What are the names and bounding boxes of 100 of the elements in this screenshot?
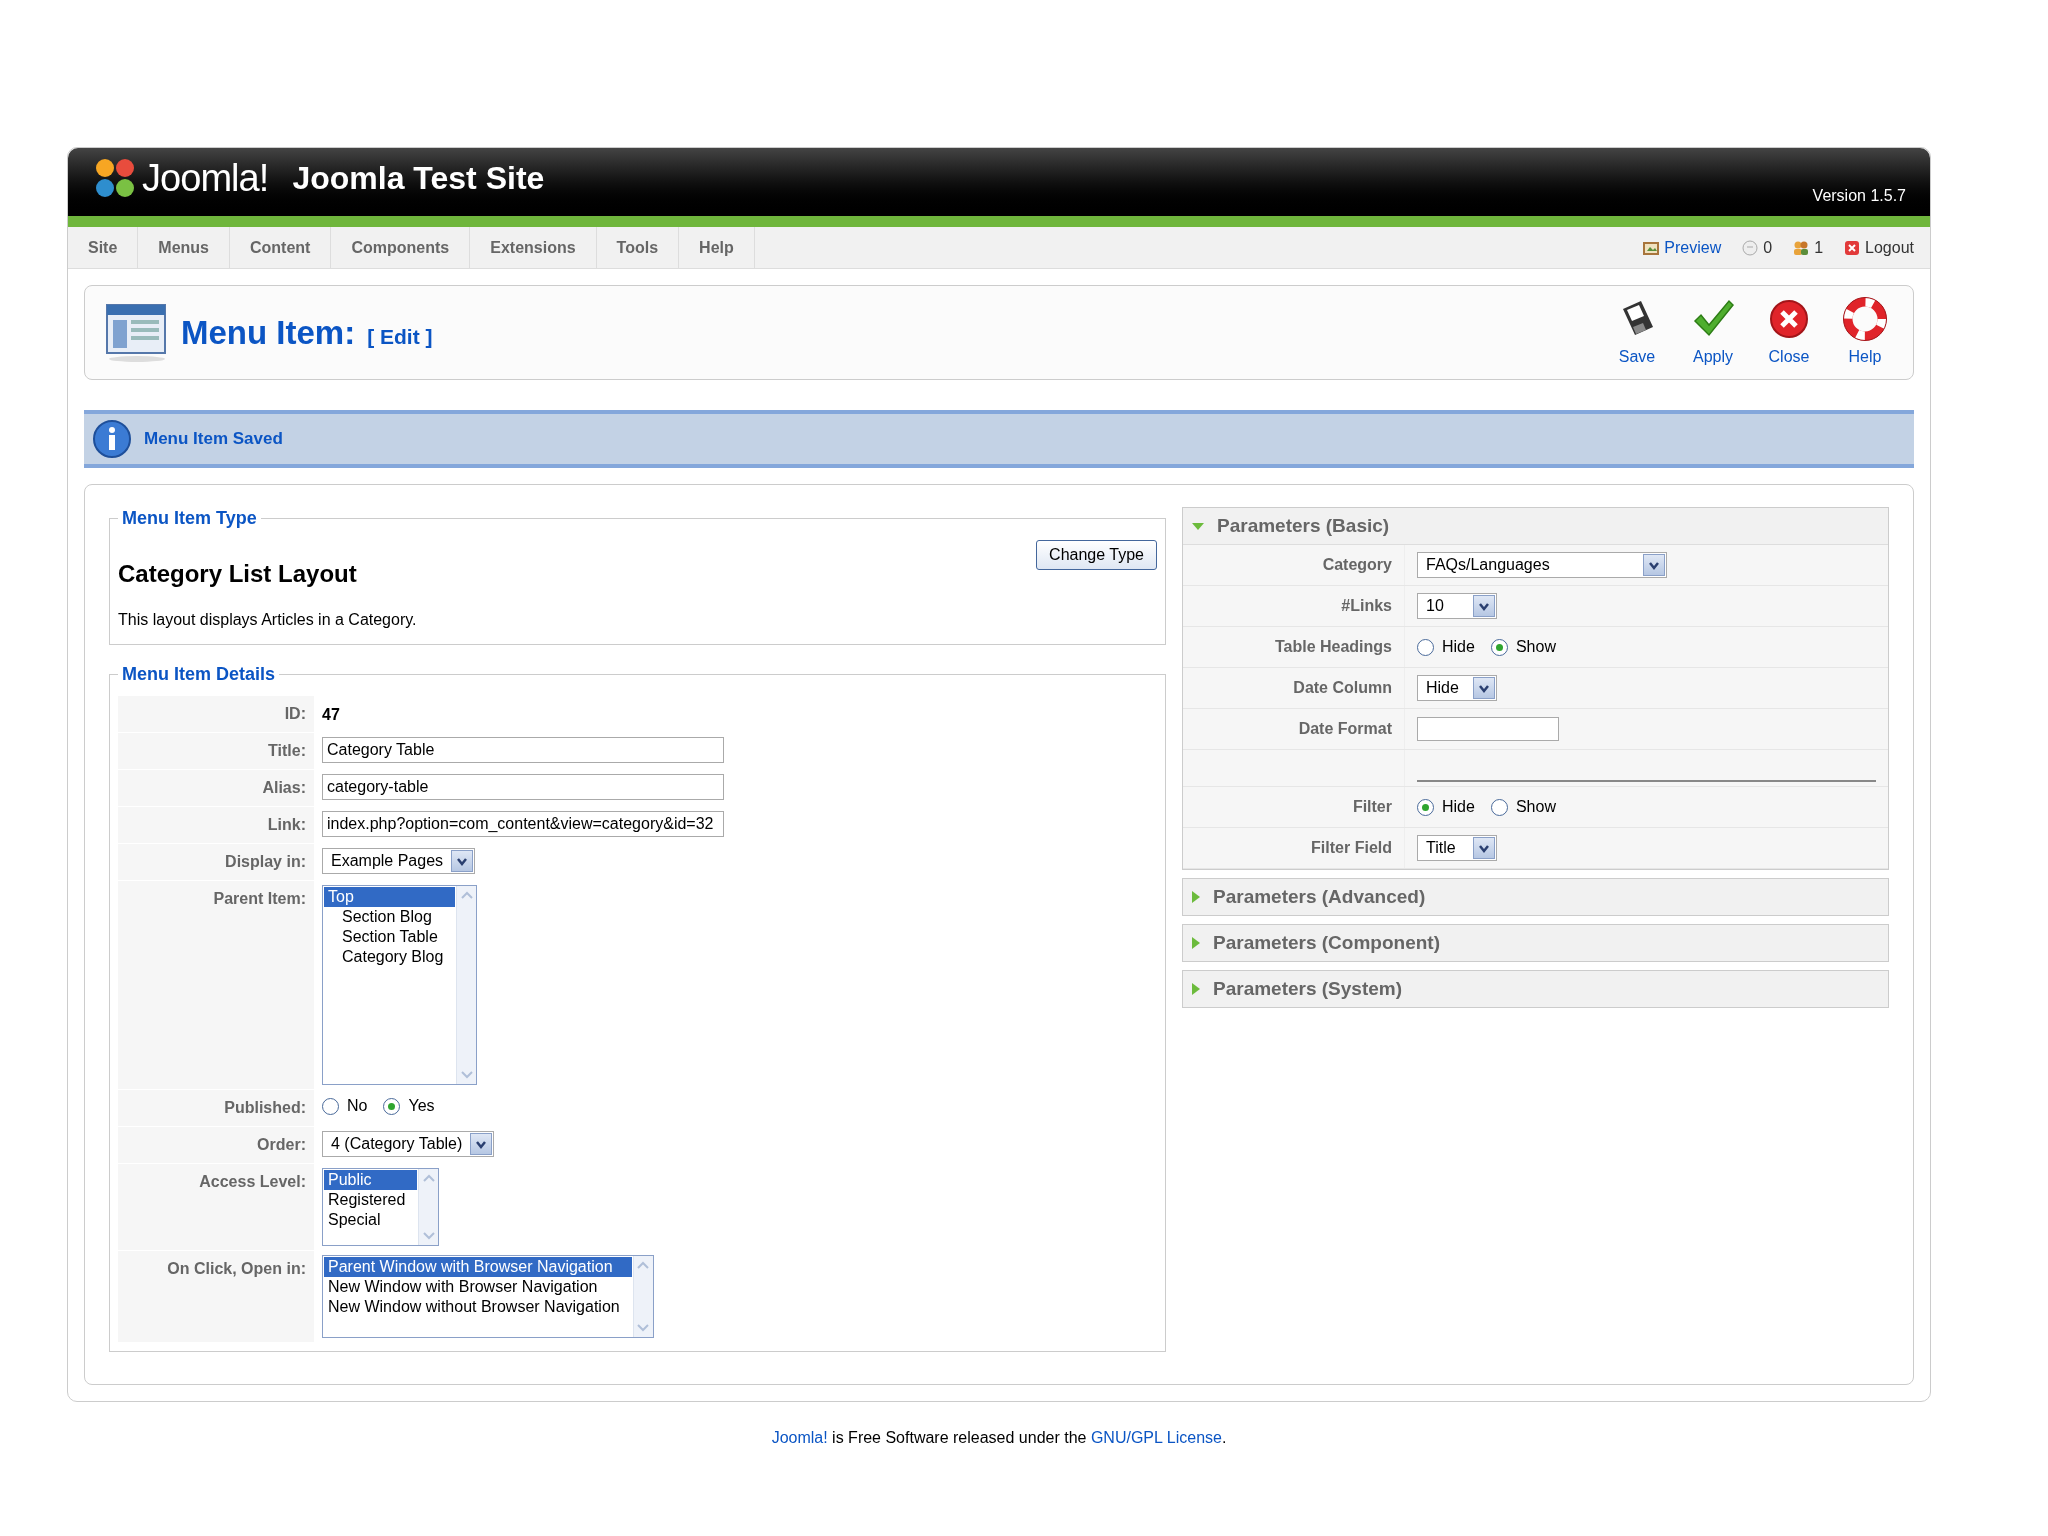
list-option[interactable]: Registered	[324, 1190, 418, 1210]
radio-option[interactable]: Hide	[1417, 635, 1475, 659]
fieldset-legend: Menu Item Details	[118, 661, 280, 688]
layout-name: Category List Layout	[118, 559, 357, 589]
radio-option[interactable]: Show	[1490, 795, 1556, 819]
status-link[interactable]: Preview	[1642, 235, 1722, 260]
select-field[interactable]: 4 (Category Table)	[322, 1131, 495, 1157]
version-text: Version 1.5.7	[1812, 186, 1906, 206]
field-label: On Click, Open in:	[118, 1251, 314, 1342]
save-button[interactable]: Save	[1609, 296, 1665, 369]
footer-link[interactable]: GNU/GPL License	[1090, 1429, 1222, 1446]
list-box[interactable]: Public Registered Special	[322, 1168, 440, 1246]
logout-icon	[1843, 238, 1862, 257]
field-label: ID:	[118, 696, 314, 732]
field-label: Order:	[118, 1127, 314, 1163]
radio-button[interactable]	[1417, 798, 1434, 816]
scroll-down-icon	[459, 1070, 474, 1080]
list-box[interactable]: Top Section Blog Section Table Category Blog	[322, 885, 478, 1085]
input-field[interactable]: Category Table	[322, 737, 724, 763]
status-link[interactable]: 1	[1792, 235, 1824, 260]
list-option[interactable]: Public	[324, 1170, 418, 1190]
list-option[interactable]: Section Table	[324, 927, 456, 947]
message-text: Menu Item Saved	[144, 428, 283, 451]
menu-item[interactable]: Tools	[596, 227, 680, 268]
menu-item[interactable]: Components	[331, 227, 471, 268]
panel-header[interactable]: Parameters (System)	[1183, 971, 1888, 1007]
field-label: Date Column	[1183, 668, 1405, 708]
scroll-down-icon	[421, 1231, 436, 1241]
radio-button[interactable]	[383, 1097, 401, 1115]
radio-option[interactable]: No	[322, 1094, 368, 1118]
scroll-up-icon	[636, 1260, 651, 1270]
status-link[interactable]: Logout	[1843, 235, 1914, 260]
field-label: Link:	[118, 807, 314, 843]
triangle-down-icon	[1191, 521, 1205, 531]
site-title: Joomla Test Site	[292, 159, 545, 198]
scroll-down-icon	[636, 1323, 651, 1333]
triangle-right-icon	[1191, 890, 1201, 904]
field-label: Filter Field	[1183, 828, 1405, 868]
panel-header[interactable]: Parameters (Basic)	[1183, 508, 1888, 544]
field-label: #Links	[1183, 586, 1405, 626]
field-label: Display in:	[118, 844, 314, 880]
list-option[interactable]: New Window with Browser Navigation	[324, 1277, 632, 1297]
fieldset-legend: Menu Item Type	[118, 505, 261, 532]
message-icon	[1741, 238, 1760, 257]
close-button[interactable]: Close	[1761, 296, 1817, 369]
radio-button[interactable]	[1490, 638, 1508, 656]
status-link[interactable]: 0	[1741, 235, 1773, 260]
field-label: Access Level:	[118, 1164, 314, 1250]
field-label: Table Headings	[1183, 627, 1405, 667]
field-label: Alias:	[118, 770, 314, 806]
radio-button[interactable]	[322, 1097, 339, 1115]
lifebuoy-icon	[1843, 296, 1887, 341]
input-field[interactable]: category-table	[322, 774, 724, 800]
footer-text: Joomla! is Free Software released under the GNU/GPL License.	[770, 1428, 1228, 1448]
menu-item-icon	[105, 302, 169, 363]
apply-button[interactable]: Apply	[1685, 296, 1741, 369]
triangle-right-icon	[1191, 982, 1201, 996]
radio-option[interactable]: Hide	[1417, 795, 1475, 819]
select-field[interactable]: 10	[1417, 593, 1497, 619]
select-field[interactable]: Title	[1417, 835, 1497, 861]
radio-button[interactable]	[1490, 798, 1508, 816]
menu-item[interactable]: Extensions	[470, 227, 597, 268]
select-field[interactable]: Hide	[1417, 675, 1497, 701]
panel-header[interactable]: Parameters (Component)	[1183, 925, 1888, 961]
change-type-button[interactable]: Change Type	[1036, 540, 1157, 570]
radio-option[interactable]: Yes	[383, 1094, 435, 1118]
list-box[interactable]: Parent Window with Browser Navigation New Window with Browser Navigation New Window without Browser Navigation	[322, 1255, 654, 1338]
scroll-up-icon	[421, 1173, 436, 1183]
list-option[interactable]: Section Blog	[324, 907, 456, 927]
footer-link[interactable]: Joomla!	[771, 1429, 828, 1446]
layout-description: This layout displays Articles in a Category.	[118, 610, 418, 630]
info-icon	[92, 419, 132, 459]
menu-item[interactable]: Site	[68, 227, 139, 268]
field-label: Parent Item:	[118, 881, 314, 1089]
menu-item[interactable]: Content	[230, 227, 332, 268]
input-field[interactable]: index.php?option=com_content&view=category&id=32	[322, 811, 724, 837]
field-label: Title:	[118, 733, 314, 769]
menu-item[interactable]: Help	[679, 227, 755, 268]
panel-header[interactable]: Parameters (Advanced)	[1183, 879, 1888, 915]
scroll-up-icon	[459, 890, 474, 900]
input-field[interactable]	[1417, 717, 1559, 741]
list-option[interactable]: Parent Window with Browser Navigation	[324, 1257, 632, 1277]
logo-text: Joomla!	[142, 155, 269, 201]
field-value: 47	[322, 705, 340, 725]
menu-item[interactable]: Menus	[138, 227, 230, 268]
select-field[interactable]: FAQs/Languages	[1417, 552, 1667, 578]
field-label: Filter	[1183, 787, 1405, 827]
radio-button[interactable]	[1417, 638, 1434, 656]
radio-option[interactable]: Show	[1490, 635, 1556, 659]
page-subtitle: [ Edit ]	[367, 323, 433, 350]
field-label: Published:	[118, 1090, 314, 1126]
field-label: Category	[1183, 545, 1405, 585]
help-button[interactable]: Help	[1837, 296, 1893, 369]
field-label: Date Format	[1183, 709, 1405, 749]
list-option[interactable]: New Window without Browser Navigation	[324, 1297, 632, 1317]
list-option[interactable]: Special	[324, 1210, 418, 1230]
list-option[interactable]: Top	[324, 887, 456, 907]
list-option[interactable]: Category Blog	[324, 947, 456, 967]
select-field[interactable]: Example Pages	[322, 848, 476, 874]
page-title: Menu Item:	[181, 312, 356, 353]
